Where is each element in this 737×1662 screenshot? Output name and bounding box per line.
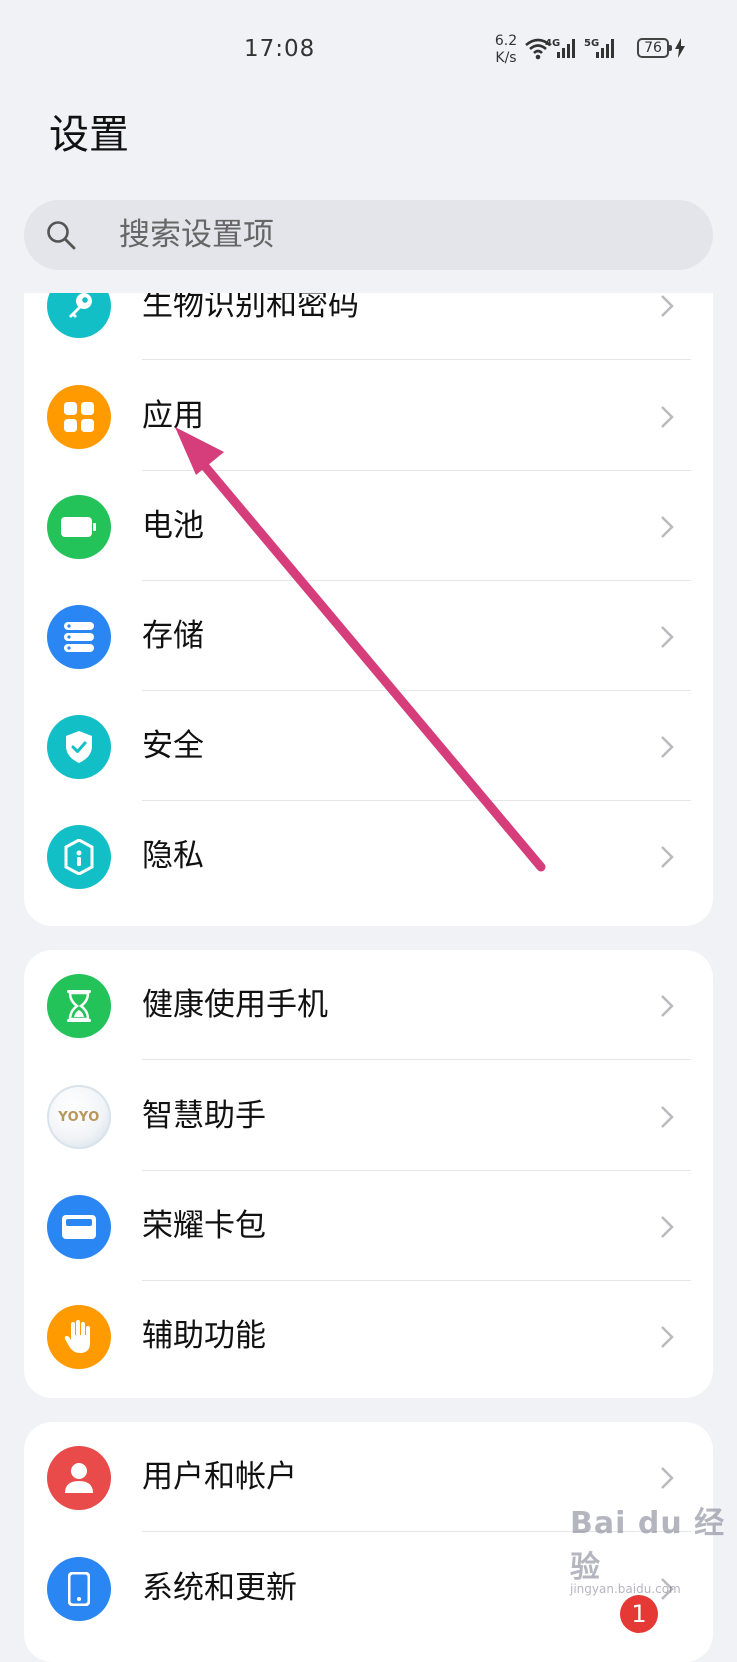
hand-icon [47,1305,111,1369]
network-speed-display: 6.2 K/s [490,33,522,67]
watermark-logo-text: Bai du 经验 [570,1506,726,1585]
signal-strength-icon-2 [596,39,614,58]
settings-item-label: 荣耀卡包 [142,1208,266,1244]
settings-item-battery[interactable]: 电池 [24,471,713,581]
settings-item-label: 应用 [142,398,204,434]
settings-item-label: 隐私 [142,838,204,874]
storage-icon [47,605,111,669]
search-bar[interactable] [24,200,713,270]
settings-item-security[interactable]: 安全 [24,691,713,801]
apps-grid-icon [47,385,111,449]
settings-item-apps[interactable]: 应用 [24,361,713,471]
chevron-right-icon [661,846,674,868]
settings-group-1: 生物识别和密码 应用 电池 存储 安全 隐私 [24,250,713,926]
watermark-url: jingyan.baidu.com [570,1582,681,1596]
search-icon [47,221,76,250]
settings-item-label: 智慧助手 [142,1098,266,1134]
settings-item-label: 辅助功能 [142,1318,266,1354]
settings-item-privacy[interactable]: 隐私 [24,801,713,911]
network-speed-unit-display: K/s [495,50,517,66]
settings-item-label: 电池 [142,508,204,544]
search-input[interactable] [94,200,679,270]
settings-item-label: 系统和更新 [142,1570,297,1606]
phone-update-icon [47,1557,111,1621]
watermark: Bai du 经验 jingyan.baidu.com [570,1498,737,1596]
chevron-right-icon [661,1106,674,1128]
settings-item-storage[interactable]: 存储 [24,581,713,691]
settings-item-label: 用户和帐户 [142,1459,297,1495]
divider [142,359,691,360]
battery-icon [47,495,111,559]
chevron-right-icon [661,736,674,758]
page-title: 设置 [49,112,129,158]
settings-item-accessibility[interactable]: 辅助功能 [24,1281,713,1391]
shield-check-icon [47,715,111,779]
chevron-right-icon [661,295,674,317]
yoyo-logo-text: YOYO [58,1109,100,1125]
battery-level-icon: 76 [637,38,672,58]
chevron-right-icon [661,1326,674,1348]
chevron-right-icon [661,1216,674,1238]
divider [142,1059,691,1060]
privacy-lock-icon [47,825,111,889]
settings-item-smart-assistant[interactable]: YOYO 智慧助手 [24,1061,713,1171]
status-time-display: 17:08 [244,36,316,62]
chevron-right-icon [661,995,674,1017]
settings-item-label: 健康使用手机 [142,987,328,1023]
update-count-badge: 1 [620,1595,658,1633]
charging-icon [675,38,685,58]
chevron-right-icon [661,406,674,428]
settings-item-label: 安全 [142,728,204,764]
settings-item-wallet[interactable]: 荣耀卡包 [24,1171,713,1281]
hourglass-icon [47,974,111,1038]
chevron-right-icon [661,1467,674,1489]
settings-item-digital-balance[interactable]: 健康使用手机 [24,950,713,1060]
settings-item-label: 存储 [142,618,204,654]
settings-group-2: 健康使用手机 YOYO 智慧助手 荣耀卡包 辅助功能 [24,950,713,1398]
user-icon [47,1446,111,1510]
chevron-right-icon [661,626,674,648]
signal-strength-icon [557,39,575,58]
network-speed-value-display: 6.2 [494,33,518,49]
wallet-icon [47,1195,111,1259]
yoyo-assistant-icon: YOYO [47,1085,111,1149]
chevron-right-icon [661,516,674,538]
status-bar-content: 17:08 6.2 K/s 4G 5G 76 [0,0,737,100]
